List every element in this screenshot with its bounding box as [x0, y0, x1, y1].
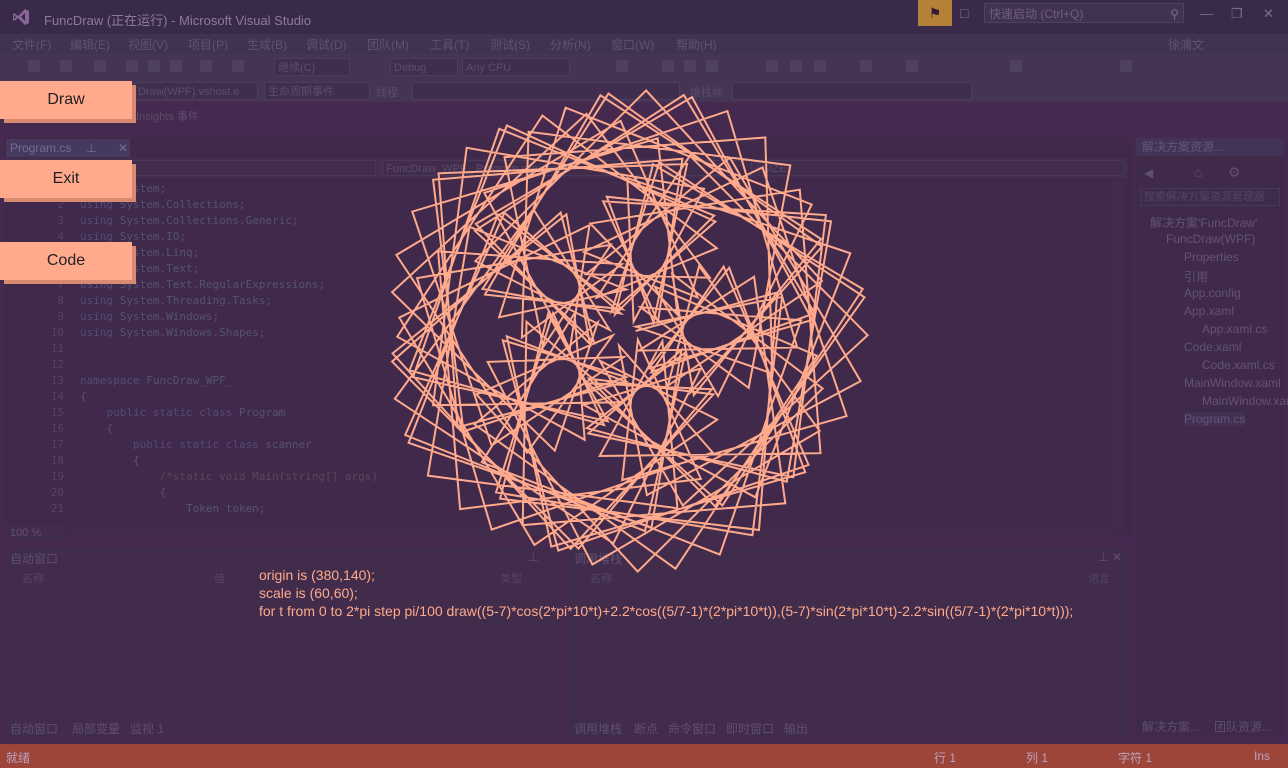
origin-text: origin is (380,140);	[259, 567, 375, 583]
exit-button[interactable]: Exit	[0, 160, 132, 198]
drawing-canvas	[390, 88, 870, 574]
code-button[interactable]: Code	[0, 242, 132, 280]
drawing-info: origin is (380,140); scale is (60,60); f…	[259, 566, 1073, 620]
function-curve	[390, 88, 870, 574]
funcdraw-app-overlay: Draw Exit Code origin is (380,140); scal…	[0, 0, 1288, 768]
draw-statement-text: for t from 0 to 2*pi step pi/100 draw((5…	[259, 603, 1074, 619]
scale-text: scale is (60,60);	[259, 585, 358, 601]
draw-button[interactable]: Draw	[0, 81, 132, 119]
